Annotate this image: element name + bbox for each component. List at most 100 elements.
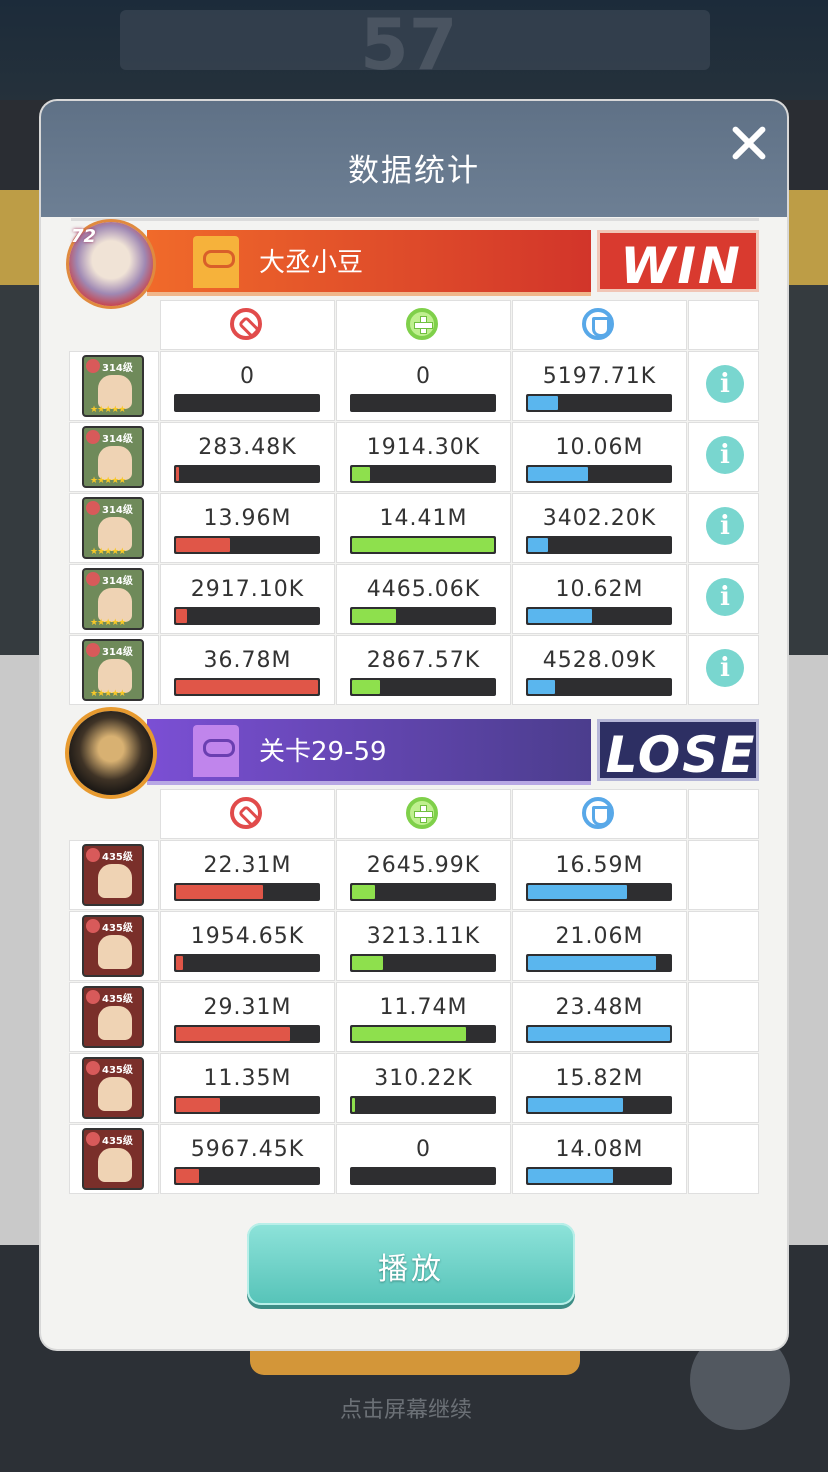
heal-value: 2645.99K	[366, 853, 481, 878]
damage-value: 0	[240, 364, 255, 389]
heal-cell: 3213.11K	[336, 911, 511, 981]
heal-cell: 0	[336, 1124, 511, 1194]
shield-icon	[582, 308, 614, 340]
hero-level: 314级	[102, 434, 133, 445]
hero-portrait[interactable]: 435级	[82, 1128, 144, 1190]
heal-cell: 11.74M	[336, 982, 511, 1052]
heal-value: 4465.06K	[366, 577, 481, 602]
hero-cell: 314级 ★★★★★	[69, 351, 159, 421]
info-icon[interactable]: i	[706, 649, 744, 687]
hero-portrait[interactable]: 314级 ★★★★★	[82, 355, 144, 417]
defense-cell: 4528.09K	[512, 635, 687, 705]
damage-value: 5967.45K	[190, 1137, 305, 1162]
hero-stats-row: 435级 29.31M 11.74M 23.48M	[69, 982, 759, 1052]
defense-bar-fill	[528, 680, 555, 694]
header-cell	[512, 300, 687, 350]
header-cell	[160, 300, 335, 350]
info-icon[interactable]: i	[706, 365, 744, 403]
heal-icon	[406, 308, 438, 340]
header-cell	[336, 300, 511, 350]
faction-badge-icon	[86, 643, 100, 657]
damage-cell: 0	[160, 351, 335, 421]
info-icon[interactable]: i	[706, 578, 744, 616]
defense-bar-fill	[528, 956, 656, 970]
heal-bar-track	[350, 1025, 496, 1043]
team1-name: 大丞小豆	[259, 248, 364, 278]
heal-bar-fill	[352, 467, 370, 481]
header-cell	[69, 789, 159, 839]
close-icon[interactable]	[725, 119, 773, 167]
heal-bar-track	[350, 883, 496, 901]
defense-bar-track	[526, 607, 672, 625]
heal-cell: 310.22K	[336, 1053, 511, 1123]
info-cell	[688, 911, 759, 981]
faction-badge-icon	[86, 430, 100, 444]
info-cell	[688, 982, 759, 1052]
hero-portrait[interactable]: 435级	[82, 844, 144, 906]
star-rating-icon: ★★★★★	[90, 618, 126, 628]
hero-face-image	[98, 375, 132, 409]
hero-portrait[interactable]: 314级 ★★★★★	[82, 497, 144, 559]
damage-cell: 2917.10K	[160, 564, 335, 634]
play-button[interactable]: 播放	[247, 1223, 575, 1305]
heal-value: 0	[416, 364, 431, 389]
hero-portrait[interactable]: 314级 ★★★★★	[82, 426, 144, 488]
heal-value: 0	[416, 1137, 431, 1162]
defense-cell: 10.06M	[512, 422, 687, 492]
heal-icon	[406, 797, 438, 829]
damage-bar-fill	[176, 885, 263, 899]
info-icon[interactable]: i	[706, 507, 744, 545]
damage-value: 13.96M	[203, 506, 292, 531]
team2-banner: 关卡29-59 LOSE	[69, 711, 759, 795]
lose-badge: LOSE	[597, 719, 759, 784]
damage-bar-track	[174, 954, 320, 972]
defense-value: 5197.71K	[542, 364, 657, 389]
heal-bar-track	[350, 954, 496, 972]
header-cell	[688, 789, 759, 839]
defense-value: 16.59M	[555, 853, 644, 878]
damage-cell: 5967.45K	[160, 1124, 335, 1194]
faction-badge-icon	[86, 572, 100, 586]
hero-stats-row: 314级 ★★★★★ 2917.10K 4465.06K 10.62M i	[69, 564, 759, 634]
heal-bar-track	[350, 1167, 496, 1185]
hero-portrait[interactable]: 435级	[82, 986, 144, 1048]
heal-cell: 0	[336, 351, 511, 421]
heal-bar-fill	[352, 609, 396, 623]
heal-bar-fill	[352, 885, 375, 899]
hero-cell: 314级 ★★★★★	[69, 564, 159, 634]
defense-value: 15.82M	[555, 1066, 644, 1091]
heal-bar-fill	[352, 680, 380, 694]
faction-badge-icon	[86, 1061, 100, 1075]
team-emblem-icon	[193, 236, 239, 288]
defense-cell: 16.59M	[512, 840, 687, 910]
hero-face-image	[98, 1006, 132, 1040]
heal-cell: 2645.99K	[336, 840, 511, 910]
hero-portrait[interactable]: 435级	[82, 915, 144, 977]
hero-face-image	[98, 659, 132, 693]
hero-portrait[interactable]: 435级	[82, 1057, 144, 1119]
damage-bar-track	[174, 1025, 320, 1043]
header-cell	[160, 789, 335, 839]
hero-level: 435级	[102, 1065, 133, 1076]
heal-value: 310.22K	[374, 1066, 473, 1091]
result-text: WIN	[620, 237, 742, 295]
damage-bar-track	[174, 678, 320, 696]
defense-value: 10.62M	[555, 577, 644, 602]
heal-bar-fill	[352, 1098, 355, 1112]
heal-value: 1914.30K	[366, 435, 481, 460]
damage-bar-track	[174, 465, 320, 483]
damage-bar-track	[174, 1167, 320, 1185]
hero-portrait[interactable]: 314级 ★★★★★	[82, 568, 144, 630]
heal-bar-fill	[352, 538, 494, 552]
info-icon[interactable]: i	[706, 436, 744, 474]
shield-icon	[582, 797, 614, 829]
heal-cell: 1914.30K	[336, 422, 511, 492]
defense-value: 10.06M	[555, 435, 644, 460]
team2-name: 关卡29-59	[259, 737, 387, 767]
defense-cell: 21.06M	[512, 911, 687, 981]
hero-portrait[interactable]: 314级 ★★★★★	[82, 639, 144, 701]
damage-icon	[230, 797, 262, 829]
damage-value: 11.35M	[203, 1066, 292, 1091]
defense-bar-track	[526, 678, 672, 696]
info-cell: i	[688, 422, 759, 492]
